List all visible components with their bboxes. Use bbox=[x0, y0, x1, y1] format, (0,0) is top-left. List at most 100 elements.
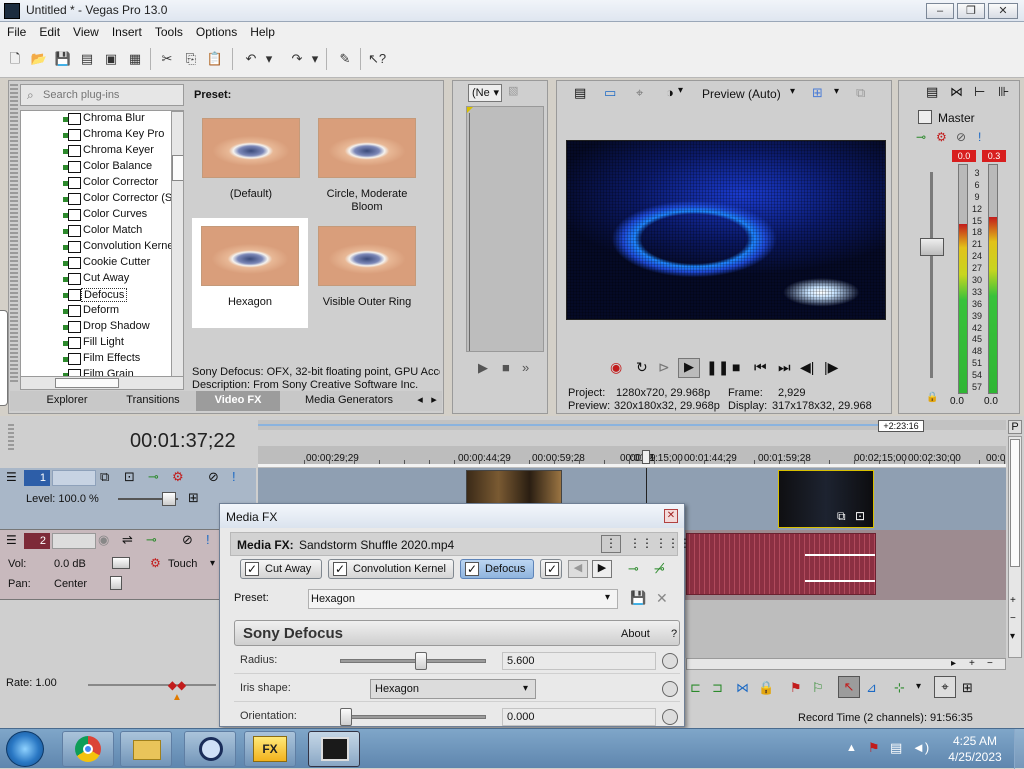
orientation-slider-thumb[interactable] bbox=[340, 708, 352, 726]
list-item-selected[interactable]: Defocus bbox=[21, 287, 183, 303]
menu-edit[interactable]: Edit bbox=[32, 22, 66, 39]
start-button[interactable] bbox=[6, 731, 44, 767]
play-from-start-icon[interactable]: ⊳ bbox=[658, 359, 670, 376]
volume-slider[interactable] bbox=[112, 557, 130, 569]
envelope-tool-icon[interactable]: ⊿ bbox=[866, 680, 877, 696]
meter-options-icon[interactable]: ⊪ bbox=[998, 84, 1009, 100]
save-preset-icon[interactable]: 💾 bbox=[630, 590, 646, 606]
plugin-chain-icon[interactable]: ⊸ bbox=[628, 561, 639, 577]
zoom-in-icon[interactable]: + bbox=[1010, 595, 1016, 606]
radius-animate-icon[interactable] bbox=[662, 653, 678, 669]
restore-button[interactable]: ❐ bbox=[957, 3, 985, 19]
chain-view-double-icon[interactable]: ⋮⋮ bbox=[629, 536, 653, 550]
whats-this-help-icon[interactable]: ↖? bbox=[368, 50, 386, 68]
new-icon[interactable]: 🗋 bbox=[6, 50, 24, 68]
menu-insert[interactable]: Insert bbox=[105, 22, 148, 39]
dialog-title-bar[interactable]: Media FX ✕ bbox=[220, 504, 684, 528]
arm-record-icon[interactable]: ◉ bbox=[98, 532, 109, 548]
list-item[interactable]: Cookie Cutter bbox=[21, 255, 183, 271]
preset-hexagon[interactable]: Hexagon bbox=[192, 218, 308, 328]
trimmer-stop-icon[interactable]: ■ bbox=[502, 360, 516, 376]
tab-scroll-left-icon[interactable]: ◂ bbox=[414, 391, 426, 411]
preset-dropdown[interactable]: Hexagon ▾ bbox=[308, 589, 618, 609]
overlays-icon[interactable]: ◑ bbox=[666, 85, 674, 100]
split-icon[interactable]: ⋈ bbox=[736, 680, 749, 696]
list-item[interactable]: Deform bbox=[21, 303, 183, 319]
automation-dropdown-icon[interactable]: ▾ bbox=[210, 558, 215, 569]
plugin-list-scrollbar[interactable] bbox=[171, 111, 183, 377]
solo-track-icon[interactable]: ǃ bbox=[206, 532, 210, 547]
scroll-right-icon[interactable]: ▸ bbox=[951, 658, 956, 669]
menu-help[interactable]: Help bbox=[243, 22, 281, 39]
level-slider[interactable] bbox=[162, 492, 176, 506]
help-link[interactable]: ? bbox=[671, 628, 677, 640]
zoom-in-time-icon[interactable]: + bbox=[969, 658, 975, 669]
plugin-hscrollbar[interactable] bbox=[20, 376, 184, 390]
video-clip-end[interactable]: ⧉ ⊡ bbox=[778, 470, 874, 528]
tray-flag-icon[interactable]: ⚑ bbox=[868, 740, 880, 756]
tray-network-icon[interactable]: ▤ bbox=[890, 740, 902, 756]
zoom-out-time-icon[interactable]: − bbox=[987, 658, 993, 669]
lock-events-icon[interactable]: 🔒 bbox=[758, 680, 774, 696]
bus-fx-icon[interactable]: ⊸ bbox=[916, 130, 926, 144]
menu-file[interactable]: File bbox=[0, 22, 32, 39]
tab-scroll-right-icon[interactable]: ▸ bbox=[428, 391, 440, 411]
scroll-down-icon[interactable]: ▾ bbox=[1010, 631, 1015, 642]
chain-view-triple-icon[interactable]: ⋮⋮⋮ bbox=[655, 536, 691, 550]
peak-left[interactable]: 0.0 bbox=[952, 150, 976, 162]
timeline-hscrollbar[interactable]: ▸ + − bbox=[686, 658, 1006, 670]
timeline-ruler[interactable]: 00:00:29;29 00:00:44;29 00:00:59;28 00:01:1… bbox=[258, 446, 1006, 468]
insert-region-icon[interactable]: ⚐ bbox=[812, 680, 824, 696]
orientation-animate-icon[interactable] bbox=[662, 709, 678, 725]
menu-view[interactable]: View bbox=[66, 22, 105, 39]
solo-icon[interactable]: ǃ bbox=[978, 130, 981, 144]
automation-mode[interactable]: Touch bbox=[168, 558, 197, 570]
scroll-up-icon[interactable]: P bbox=[1008, 420, 1022, 434]
trimmer-play-icon[interactable]: ▶ bbox=[478, 360, 492, 376]
tray-time[interactable]: 4:25 AM bbox=[944, 734, 1006, 748]
next-frame-icon[interactable]: |▶ bbox=[824, 359, 838, 376]
undo-icon[interactable]: ↶ bbox=[242, 50, 260, 68]
tab-video-fx[interactable]: Video FX bbox=[196, 391, 280, 411]
lock-icon[interactable]: 🔒 bbox=[926, 392, 938, 404]
list-item[interactable]: Color Balance bbox=[21, 159, 183, 175]
dialog-close-button[interactable]: ✕ bbox=[664, 509, 678, 523]
mute-icon[interactable]: ⊘ bbox=[956, 130, 966, 144]
record-icon[interactable]: ◉ bbox=[610, 359, 622, 376]
list-item[interactable]: Chroma Keyer bbox=[21, 143, 183, 159]
copy-snapshot-icon[interactable]: ⧉ bbox=[856, 85, 865, 101]
scroll-thumb[interactable] bbox=[172, 155, 183, 181]
remove-plugin-icon[interactable]: ⊸̸ bbox=[654, 561, 665, 577]
track-fx-icon[interactable]: ⊸ bbox=[146, 532, 157, 548]
grid-icon[interactable]: ⊞ bbox=[812, 85, 823, 101]
redo-icon[interactable]: ↷ bbox=[288, 50, 306, 68]
mute-track-icon[interactable]: ⊘ bbox=[182, 532, 193, 548]
chain-chip-defocus[interactable]: ✓ Defocus bbox=[460, 559, 534, 579]
delete-preset-icon[interactable]: ✕ bbox=[656, 590, 668, 607]
pan-slider[interactable] bbox=[110, 576, 122, 590]
marker-bar[interactable]: +2:23:16 bbox=[258, 420, 1006, 432]
video-track-name-field[interactable] bbox=[52, 470, 96, 486]
list-item[interactable]: Cut Away bbox=[21, 271, 183, 287]
about-link[interactable]: About bbox=[621, 628, 650, 640]
dim-output-icon[interactable]: ⊢ bbox=[974, 84, 985, 100]
insert-fx-icon[interactable]: ⚙ bbox=[936, 130, 947, 144]
chain-scroll-left-icon[interactable]: ◀ bbox=[568, 560, 588, 578]
redo-dropdown-icon[interactable]: ▾ bbox=[310, 50, 320, 68]
preset-dropdown-icon[interactable]: ▾ bbox=[605, 592, 610, 603]
side-dock-tab[interactable] bbox=[0, 310, 8, 406]
event-fx-icon[interactable]: ⧉ bbox=[837, 509, 846, 524]
master-fader[interactable] bbox=[920, 238, 944, 256]
external-monitor-icon[interactable]: ▭ bbox=[604, 85, 616, 101]
mixer-properties-icon[interactable]: ▤ bbox=[926, 84, 938, 100]
track-gripper-icon[interactable]: ☰ bbox=[6, 470, 17, 484]
quality-dropdown-icon[interactable]: ▾ bbox=[790, 86, 795, 97]
iris-shape-dropdown[interactable]: Hexagon ▾ bbox=[370, 679, 536, 699]
motion-blur-icon[interactable]: ⧉ bbox=[100, 469, 109, 485]
invert-phase-icon[interactable]: ⇌ bbox=[122, 532, 133, 548]
play-icon[interactable]: ▶ bbox=[678, 358, 700, 378]
copy-icon[interactable]: ⎘ bbox=[182, 50, 200, 68]
preset-circle-moderate-bloom[interactable]: Circle, Moderate Bloom bbox=[310, 112, 424, 216]
render-icon[interactable]: ▣ bbox=[102, 50, 120, 68]
previous-frame-icon[interactable]: ◀| bbox=[800, 359, 814, 376]
